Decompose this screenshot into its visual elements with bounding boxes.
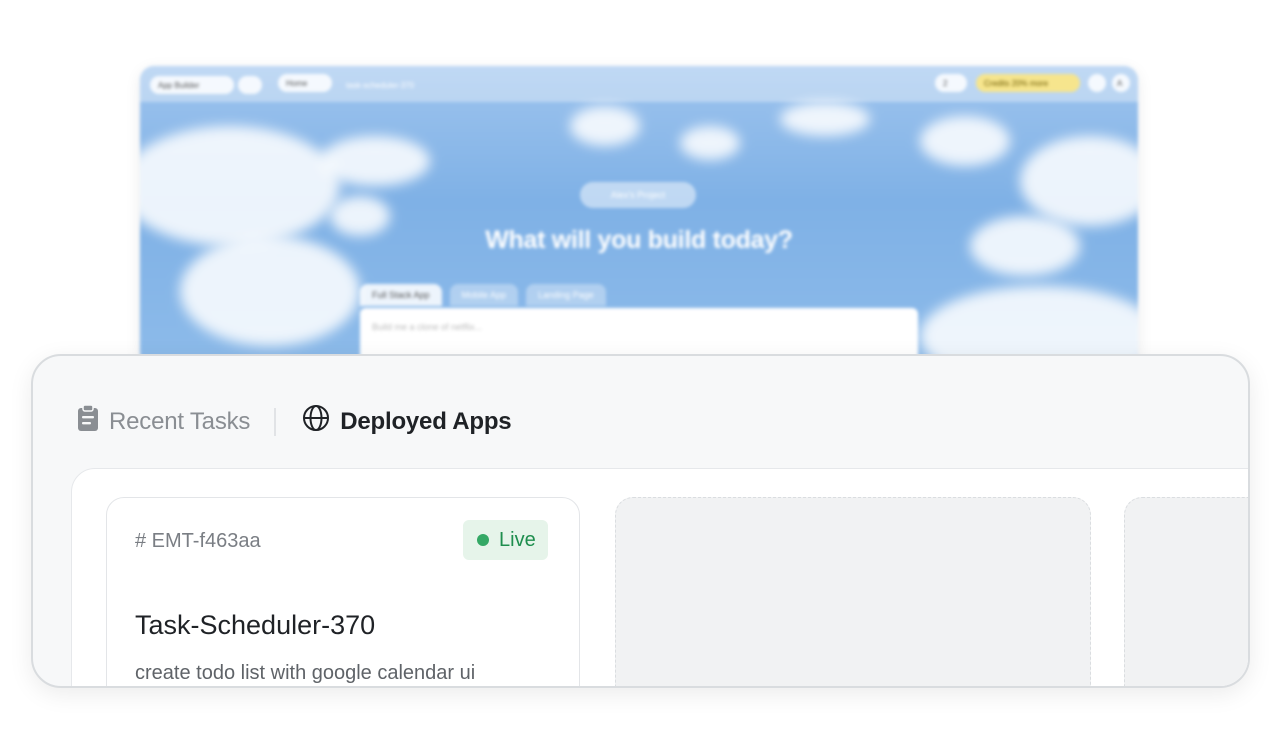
status-label: Live	[499, 528, 536, 551]
credits-pill: Credits 20% more	[976, 74, 1080, 92]
deployed-apps-list: # EMT-f463aa Live Task-Scheduler-370 cre…	[71, 468, 1248, 686]
app-builder-button: App Builder	[150, 76, 234, 94]
clipboard-icon	[77, 404, 99, 439]
breadcrumb: task-scheduler-370	[346, 80, 415, 90]
panel-tabs: Recent Tasks Deployed Apps	[77, 404, 512, 439]
background-heading: What will you build today?	[485, 226, 793, 254]
gift-icon	[1088, 74, 1106, 92]
tasks-panel: Recent Tasks Deployed Apps # EMT-f463aa …	[31, 354, 1250, 688]
tab-label: Recent Tasks	[109, 407, 251, 435]
project-selector: Alex's Project	[580, 182, 696, 208]
tab-label: Deployed Apps	[340, 407, 512, 435]
app-card-placeholder	[1124, 497, 1248, 686]
tab-divider	[274, 407, 277, 436]
app-card[interactable]: # EMT-f463aa Live Task-Scheduler-370 cre…	[106, 497, 580, 686]
app-name: Task-Scheduler-370	[135, 610, 376, 640]
tab-landing-page: Landing Page	[526, 284, 606, 306]
mode-tabs: Full Stack App Mobile App Landing Page	[360, 284, 606, 306]
globe-icon	[302, 404, 330, 439]
layout-icon	[238, 76, 262, 94]
tab-full-stack-app: Full Stack App	[360, 284, 442, 306]
status-dot	[477, 534, 489, 546]
tab-recent-tasks[interactable]: Recent Tasks	[77, 404, 250, 439]
background-app-preview: App Builder Home task-scheduler-370 2 Cr…	[140, 66, 1138, 366]
app-description: create todo list with google calendar ui	[135, 662, 476, 684]
tab-mobile-app: Mobile App	[449, 284, 519, 306]
tab-deployed-apps[interactable]: Deployed Apps	[302, 404, 512, 439]
counter-badge: 2	[935, 74, 967, 92]
status-badge: Live	[463, 520, 548, 560]
app-id: # EMT-f463aa	[135, 530, 261, 552]
app-card-placeholder	[615, 497, 1091, 686]
home-tab: Home	[278, 74, 332, 92]
avatar: A	[1112, 74, 1130, 92]
